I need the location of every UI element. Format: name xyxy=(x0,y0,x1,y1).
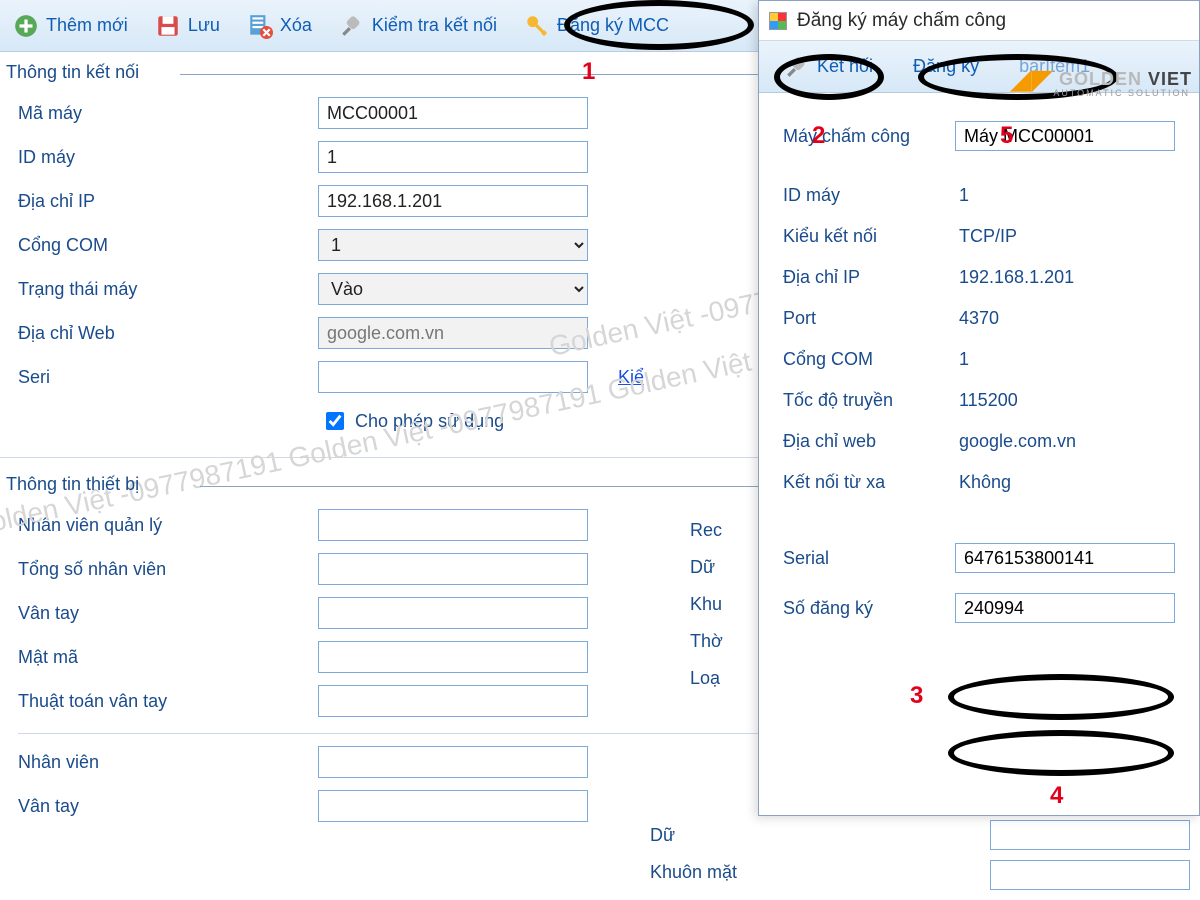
popup-web-label: Địa chỉ web xyxy=(783,431,959,452)
bottom-right-labels: Dữ Khuôn mặt xyxy=(650,825,737,883)
bottom-right-inputs xyxy=(990,820,1190,890)
tongnv-input[interactable] xyxy=(318,553,588,585)
mamay-input[interactable] xyxy=(318,97,588,129)
delete-button[interactable]: Xóa xyxy=(240,8,318,44)
allow-checkbox-input[interactable] xyxy=(326,412,344,430)
regmcc-label: Đăng ký MCC xyxy=(557,15,669,36)
popup-ip-value: 192.168.1.201 xyxy=(959,267,1074,288)
tongnv-label: Tổng số nhân viên xyxy=(18,559,318,580)
popup-connect-label: Kết nối xyxy=(817,56,873,77)
mamay-label: Mã máy xyxy=(18,103,318,124)
plus-icon xyxy=(12,12,40,40)
popup-register-label: Đăng ký xyxy=(913,56,979,77)
khuon-input[interactable] xyxy=(990,860,1190,890)
seri-label: Seri xyxy=(18,367,318,388)
popup-web-value: google.com.vn xyxy=(959,431,1076,452)
new-label: Thêm mới xyxy=(46,15,128,36)
nvql-label: Nhân viên quản lý xyxy=(18,515,318,536)
test-connection-button[interactable]: Kiểm tra kết nối xyxy=(332,8,503,44)
popup-register-button[interactable]: Đăng ký xyxy=(913,56,979,77)
popup-baud-label: Tốc độ truyền xyxy=(783,390,959,411)
ip-label: Địa chỉ IP xyxy=(18,191,318,212)
trangthai-select[interactable]: Vào xyxy=(318,273,588,305)
nv-input[interactable] xyxy=(318,746,588,778)
delete-label: Xóa xyxy=(280,15,312,36)
popup-serial-input[interactable] xyxy=(955,543,1175,573)
idmay-input[interactable] xyxy=(318,141,588,173)
key-icon xyxy=(523,12,551,40)
popup-com-label: Cổng COM xyxy=(783,349,959,370)
vantay-label: Vân tay xyxy=(18,603,318,624)
popup-conn-label: Kiểu kết nối xyxy=(783,226,959,247)
popup-body: Máy chấm công ID máy1 Kiểu kết nốiTCP/IP… xyxy=(759,93,1199,643)
popup-mcc-label: Máy chấm công xyxy=(783,126,955,147)
partial-du2: Dữ xyxy=(650,825,737,846)
nv-label: Nhân viên xyxy=(18,752,318,773)
com-select[interactable]: 1 xyxy=(318,229,588,261)
allow-label: Cho phép sử dụng xyxy=(355,411,504,432)
window-icon xyxy=(769,12,787,30)
section-connection-label: Thông tin kết nối xyxy=(6,62,139,82)
ttvt-input[interactable] xyxy=(318,685,588,717)
popup-port-value: 4370 xyxy=(959,308,999,329)
popup-port-label: Port xyxy=(783,308,959,329)
popup-title-text: Đăng ký máy chấm công xyxy=(797,10,1006,32)
popup-serial-label: Serial xyxy=(783,548,955,569)
web-input[interactable] xyxy=(318,317,588,349)
matma-label: Mật mã xyxy=(18,647,318,668)
popup-reg-label: Số đăng ký xyxy=(783,598,955,619)
register-mcc-button[interactable]: Đăng ký MCC xyxy=(517,8,675,44)
web-label: Địa chỉ Web xyxy=(18,323,318,344)
matma-input[interactable] xyxy=(318,641,588,673)
register-popup: Đăng ký máy chấm công Kết nối Đăng ký ba… xyxy=(758,0,1200,816)
popup-toolbar: Kết nối Đăng ký barItem1 xyxy=(759,41,1199,93)
popup-com-value: 1 xyxy=(959,349,969,370)
ip-input[interactable] xyxy=(318,185,588,217)
vt2-label: Vân tay xyxy=(18,796,318,817)
save-button[interactable]: Lưu xyxy=(148,8,226,44)
partial-khuon: Khuôn mặt xyxy=(650,862,737,883)
plug-icon xyxy=(783,53,811,81)
plug-icon xyxy=(338,12,366,40)
save-label: Lưu xyxy=(188,15,220,36)
popup-baud-value: 115200 xyxy=(959,390,1018,411)
popup-reg-input[interactable] xyxy=(955,593,1175,623)
popup-mcc-input[interactable] xyxy=(955,121,1175,151)
allow-checkbox[interactable]: Cho phép sử dụng xyxy=(322,409,504,433)
popup-remote-value: Không xyxy=(959,472,1011,493)
trangthai-label: Trạng thái máy xyxy=(18,279,318,300)
delete-icon xyxy=(246,12,274,40)
save-icon xyxy=(154,12,182,40)
seri-input[interactable] xyxy=(318,361,588,393)
ttvt-label: Thuật toán vân tay xyxy=(18,691,318,712)
popup-remote-label: Kết nối từ xa xyxy=(783,472,959,493)
popup-ip-label: Địa chỉ IP xyxy=(783,267,959,288)
testconn-label: Kiểm tra kết nối xyxy=(372,15,497,36)
popup-connect-button[interactable]: Kết nối xyxy=(783,53,873,81)
new-button[interactable]: Thêm mới xyxy=(6,8,134,44)
popup-baritem[interactable]: barItem1 xyxy=(1019,56,1090,77)
vantay-input[interactable] xyxy=(318,597,588,629)
idmay-label: ID máy xyxy=(18,147,318,168)
com-label: Cổng COM xyxy=(18,235,318,256)
popup-id-label: ID máy xyxy=(783,185,959,206)
vt2-input[interactable] xyxy=(318,790,588,822)
seri-check-link[interactable]: Kiể xyxy=(618,367,644,388)
section-device-label: Thông tin thiết bị xyxy=(6,474,139,494)
popup-conn-value: TCP/IP xyxy=(959,226,1017,247)
popup-titlebar: Đăng ký máy chấm công xyxy=(759,1,1199,41)
popup-id-value: 1 xyxy=(959,185,969,206)
popup-baritem-label: barItem1 xyxy=(1019,56,1090,77)
du2-input[interactable] xyxy=(990,820,1190,850)
nvql-input[interactable] xyxy=(318,509,588,541)
